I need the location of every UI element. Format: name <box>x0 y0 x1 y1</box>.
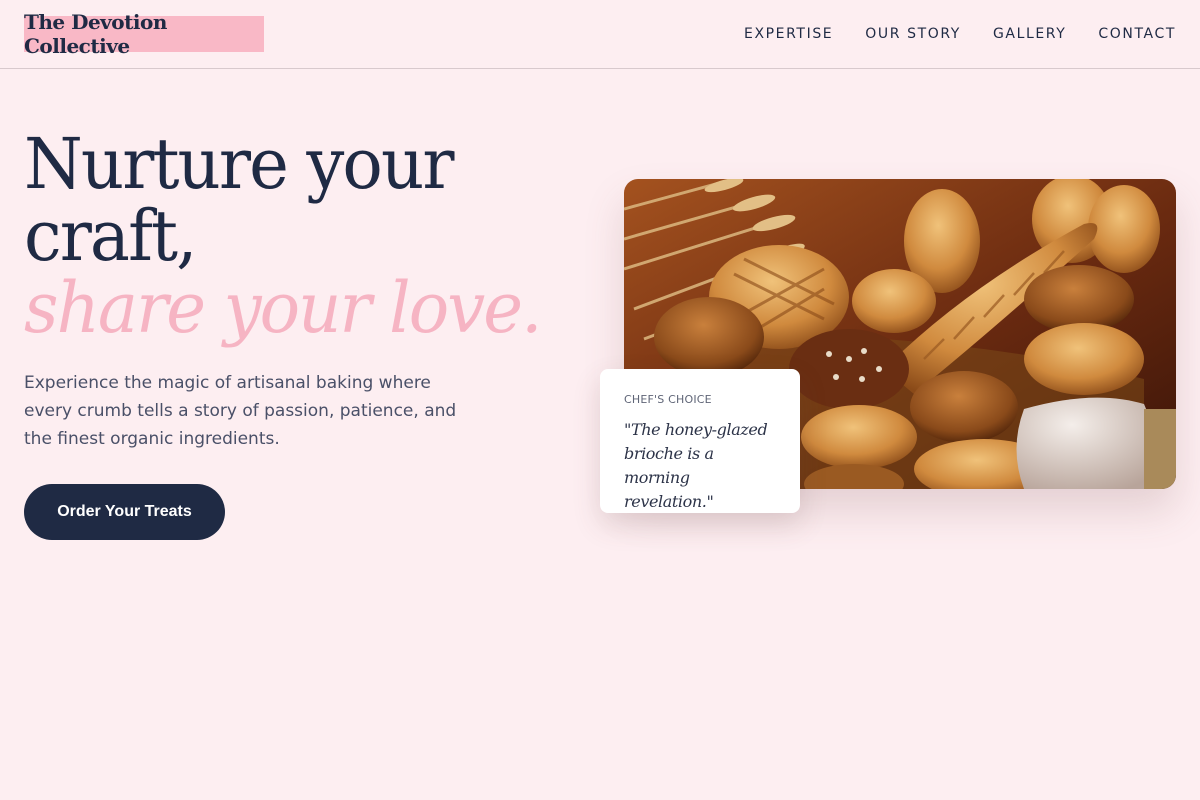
chefs-choice-card: CHEF'S CHOICE "The honey-glazed brioche … <box>600 369 800 513</box>
nav-item-expertise[interactable]: EXPERTISE <box>744 24 833 44</box>
hero-title-line-1: Nurture your <box>24 123 454 205</box>
nav-item-our-story[interactable]: OUR STORY <box>865 24 961 44</box>
hero-title-line-2: craft, <box>24 195 197 277</box>
hero-title: Nurture your craft, share your love. <box>24 123 543 349</box>
chefs-choice-label: CHEF'S CHOICE <box>624 393 712 406</box>
main-nav: EXPERTISE OUR STORY GALLERY CONTACT <box>712 24 1176 44</box>
nav-item-contact[interactable]: CONTACT <box>1098 24 1176 44</box>
hero-subtitle: Experience the magic of artisanal baking… <box>24 373 457 449</box>
hero-title-accent: share your love. <box>24 267 543 349</box>
site-header: The Devotion Collective EXPERTISE OUR ST… <box>0 0 1200 69</box>
chefs-choice-quote: "The honey-glazed brioche is a morning r… <box>624 420 768 511</box>
brand-logo[interactable]: The Devotion Collective <box>24 10 264 58</box>
order-treats-button[interactable]: Order Your Treats <box>24 484 225 540</box>
nav-item-gallery[interactable]: GALLERY <box>993 24 1066 44</box>
